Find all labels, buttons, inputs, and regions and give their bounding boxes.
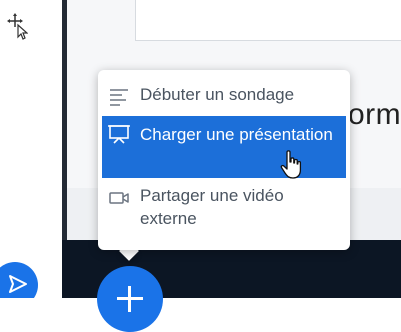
actions-menu: Débuter un sondage Charger une présentat… [98, 70, 350, 250]
menu-item-label: Débuter un sondage [140, 85, 295, 104]
bottom-strip [0, 298, 401, 309]
menu-item-label: Charger une présentation [140, 125, 333, 144]
presentation-icon [108, 125, 130, 144]
menu-item-label: Partager une vidéo externe [140, 186, 284, 228]
menu-item-upload-presentation[interactable]: Charger une présentation [102, 116, 346, 178]
move-cursor-icon [7, 13, 28, 40]
video-camera-icon [109, 192, 129, 204]
menu-item-start-poll[interactable]: Débuter un sondage [102, 83, 346, 111]
background-heading: orm [348, 98, 401, 131]
actions-plus-button[interactable] [97, 266, 163, 332]
poll-list-icon [110, 89, 128, 106]
content-card [135, 0, 401, 41]
hand-pointer-icon [280, 150, 302, 179]
send-icon [9, 275, 27, 293]
menu-item-share-external-video[interactable]: Partager une vidéo externe [102, 184, 346, 240]
